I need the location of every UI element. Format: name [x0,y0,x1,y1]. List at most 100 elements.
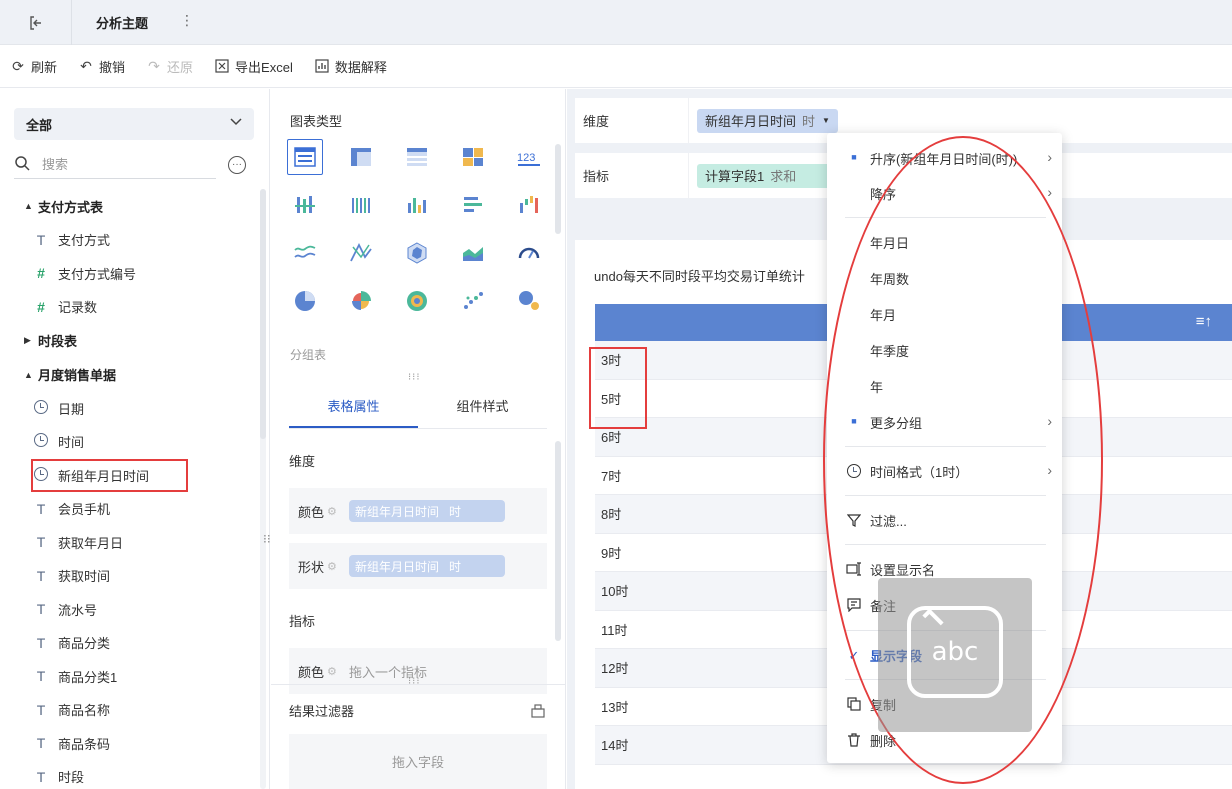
menu-item-year-month[interactable]: 年月 [827,299,1062,329]
menu-item-note[interactable]: 备注 [827,590,1062,620]
metric-shelf-label: 指标 [575,153,689,198]
tree-group-payment[interactable]: ▲ 支付方式表 [0,189,262,223]
menu-label: 复制 [870,697,897,713]
menu-divider [845,544,1046,545]
filter-settings-icon[interactable] [530,703,546,722]
gear-icon[interactable]: ⚙ [327,665,349,678]
pie-chart-icon[interactable] [287,283,323,319]
grip-icon[interactable]: ⁝⁝⁝ [408,676,421,687]
excel-icon [214,58,230,74]
selected-dot-icon: ■ [851,152,857,162]
menu-item-filter[interactable]: 过滤... [827,505,1062,535]
clock-icon [31,433,51,450]
field-panel-scrollbar[interactable] [260,189,266,789]
dimension-field-pill[interactable]: 新组年月日时间 时 ▼ [697,108,838,133]
tab-more-icon[interactable]: ⋮ [180,12,194,29]
export-excel-button[interactable]: 导出Excel [214,57,293,76]
rose-chart-icon[interactable] [343,283,379,319]
radar-chart-icon[interactable] [399,235,435,271]
field-item[interactable]: T 商品名称 [0,693,262,727]
field-item[interactable]: T 支付方式 [0,223,262,257]
area-chart-icon[interactable] [455,235,491,271]
exit-icon[interactable] [0,0,72,45]
bubble-chart-icon[interactable] [511,283,547,319]
dimension-field-name: 新组年月日时间 [705,114,797,129]
chevron-down-icon [230,115,242,130]
field-item[interactable]: T 获取时间 [0,559,262,593]
shape-dimension-pill[interactable]: 新组年月日时间时 [349,555,506,577]
menu-item-year[interactable]: 年 [827,371,1062,401]
grip-icon[interactable]: ⁝⁝⁝ [408,372,421,383]
redo-icon: ↷ [148,57,160,74]
bar-chart-icon[interactable] [455,187,491,223]
grouped-table-chart-icon[interactable] [287,139,323,175]
field-item[interactable]: T 时段 [0,760,262,789]
stacked-column-chart-icon[interactable] [287,187,323,223]
detail-table-chart-icon[interactable] [399,139,435,175]
waterfall-chart-icon[interactable] [511,187,547,223]
gear-icon[interactable]: ⚙ [327,560,349,573]
menu-item-year-quarter[interactable]: 年季度 [827,335,1062,365]
color-dimension-pill[interactable]: 新组年月日时间时 [349,500,506,522]
field-item[interactable]: T 会员手机 [0,492,262,526]
grouped-column-chart-icon[interactable] [343,187,379,223]
menu-item-time-format[interactable]: 时间格式（1时） › [827,456,1062,486]
field-item[interactable]: T 商品条码 [0,727,262,761]
gauge-chart-icon[interactable] [511,235,547,271]
menu-item-more-groups[interactable]: ■ 更多分组 › [827,407,1062,437]
menu-item-ymd[interactable]: 年月日 [827,227,1062,257]
field-label: 记录数 [58,300,98,316]
number-type-icon: # [37,265,45,282]
field-label: 支付方式 [58,233,111,249]
menu-item-year-week[interactable]: 年周数 [827,263,1062,293]
field-item[interactable]: # 支付方式编号 [0,257,262,291]
tab-table-properties[interactable]: 表格属性 [289,387,418,428]
refresh-button[interactable]: ⟳ 刷新 [10,57,57,76]
metric-field-pill[interactable]: 计算字段1 求和 [697,163,837,188]
tab-bar: 分析主题 ⋮ [0,0,1232,45]
menu-label: 年 [870,379,884,395]
tree-group-monthly-sales[interactable]: ▲ 月度销售单据 [0,358,262,392]
field-item[interactable]: T 获取年月日 [0,526,262,560]
gear-icon[interactable]: ⚙ [327,505,349,518]
undo-button[interactable]: ↶ 撤销 [78,57,125,76]
filter-drop-zone[interactable]: 拖入字段 [289,734,547,789]
field-item[interactable]: T 商品分类 [0,626,262,660]
data-explain-button[interactable]: 数据解释 [314,57,387,76]
menu-item-show-field[interactable]: ✓ 显示字段 [827,640,1062,670]
sort-icon[interactable]: ≡↑ [1196,313,1212,330]
properties-scrollbar[interactable] [555,441,561,641]
copy-icon [846,697,862,714]
more-options-icon[interactable]: ··· [228,156,246,174]
tree-group-period[interactable]: ▶ 时段表 [0,324,262,358]
sunburst-chart-icon[interactable] [399,283,435,319]
menu-item-descending[interactable]: 降序 › [827,178,1062,208]
menu-item-delete[interactable]: 删除 [827,725,1062,755]
field-item-highlighted[interactable]: 新组年月日时间 [31,458,188,492]
dropdown-triangle-icon[interactable]: ▼ [822,116,830,125]
field-item[interactable]: # 记录数 [0,290,262,324]
treemap-chart-icon[interactable] [455,139,491,175]
column-chart-icon[interactable] [399,187,435,223]
menu-item-rename[interactable]: 设置显示名 [827,554,1062,584]
scope-select[interactable]: 全部 [14,108,254,140]
menu-item-ascending[interactable]: ■ 升序(新组年月日时间(时)) › [827,143,1062,173]
field-item[interactable]: 日期 [0,392,262,426]
kpi-number-chart-icon[interactable]: 123 [511,139,547,175]
line-chart-icon[interactable] [287,235,323,271]
menu-item-copy[interactable]: 复制 [827,689,1062,719]
search-input[interactable] [42,157,202,172]
field-label: 获取时间 [58,569,111,585]
panel-resize-handle[interactable]: ⁝⁝ [263,533,271,545]
text-type-icon: T [36,601,46,618]
redo-button[interactable]: ↷ 还原 [146,57,193,76]
field-item[interactable]: T 商品分类1 [0,660,262,694]
scatter-chart-icon[interactable] [455,283,491,319]
chart-type-scrollbar[interactable] [555,144,561,234]
redo-label: 还原 [167,59,194,75]
field-item[interactable]: 时间 [0,425,262,459]
crosstab-chart-icon[interactable] [343,139,379,175]
radar-line-chart-icon[interactable] [343,235,379,271]
tab-component-style[interactable]: 组件样式 [418,387,547,428]
field-item[interactable]: T 流水号 [0,593,262,627]
